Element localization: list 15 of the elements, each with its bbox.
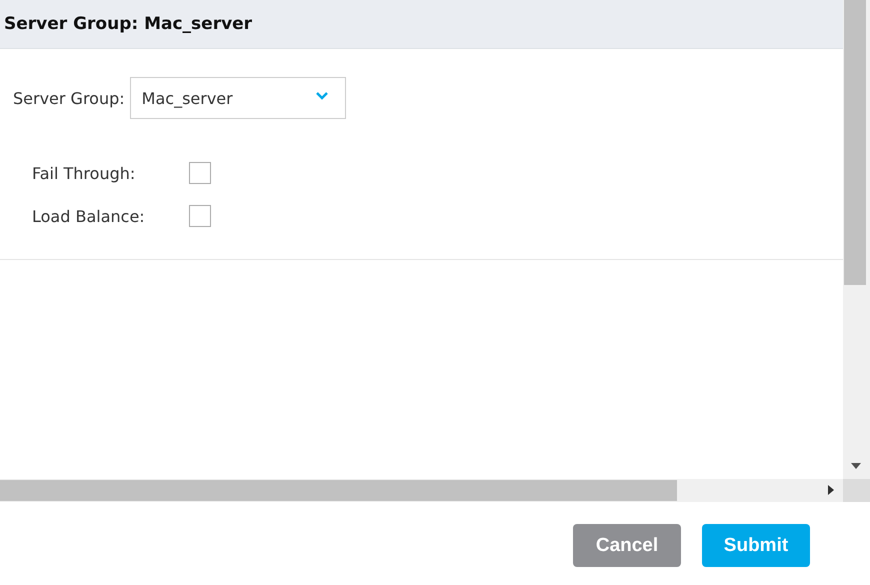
cancel-button[interactable]: Cancel [573, 524, 681, 567]
field-label: Server Group: [13, 88, 125, 108]
server-group-dropdown[interactable]: Mac_server [130, 77, 346, 119]
horizontal-scrollbar[interactable] [0, 479, 843, 502]
submit-button[interactable]: Submit [702, 524, 810, 567]
option-label: Load Balance: [32, 206, 146, 226]
checkbox[interactable] [189, 162, 211, 184]
scroll-right-arrow-icon[interactable] [828, 485, 834, 495]
scroll-down-arrow-icon[interactable] [851, 463, 861, 469]
vertical-scrollbar[interactable] [843, 0, 870, 479]
option-label: Fail Through: [32, 164, 136, 182]
chevron-down-icon [314, 90, 329, 100]
scrollbar-corner [843, 479, 870, 502]
checkbox[interactable] [189, 205, 211, 227]
dialog-title: Server Group: Mac_server [4, 14, 252, 34]
